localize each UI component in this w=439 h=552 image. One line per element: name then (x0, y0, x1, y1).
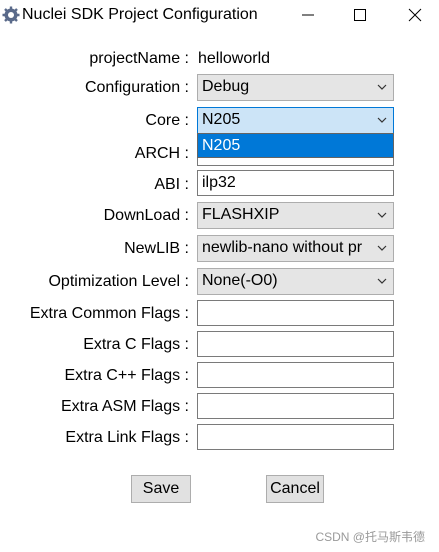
extra-link-flags-label: Extra Link Flags : (65, 429, 189, 446)
core-select-value: N205 (202, 111, 241, 128)
cancel-button[interactable]: Cancel (266, 475, 324, 503)
gear-app-icon (2, 6, 20, 24)
project-name-value: helloworld (198, 50, 271, 67)
configuration-select-value: Debug (202, 78, 250, 95)
title-bar: Nuclei SDK Project Configuration (0, 0, 439, 30)
download-label: DownLoad : (103, 207, 189, 224)
close-icon (408, 8, 422, 22)
newlib-select-value: newlib-nano without pr (202, 239, 363, 256)
project-name-label: projectName : (89, 50, 189, 67)
extra-c-flags-field[interactable] (197, 331, 394, 357)
minimize-button[interactable] (284, 0, 332, 30)
chevron-down-icon (377, 117, 387, 123)
abi-field-value: ilp32 (202, 174, 236, 191)
abi-field[interactable]: ilp32 (197, 170, 394, 196)
core-label: Core : (145, 112, 189, 129)
newlib-label: NewLIB : (124, 240, 189, 257)
close-button[interactable] (391, 0, 439, 30)
newlib-select[interactable]: newlib-nano without pr (197, 235, 394, 262)
download-select[interactable]: FLASHXIP (197, 202, 394, 229)
core-dropdown-option[interactable]: N205 (198, 134, 393, 157)
extra-cpp-flags-label: Extra C++ Flags : (64, 367, 190, 384)
extra-c-flags-label: Extra C Flags : (83, 336, 189, 353)
arch-label: ARCH : (134, 145, 189, 162)
optimization-level-select[interactable]: None(-O0) (197, 268, 394, 295)
configuration-select[interactable]: Debug (197, 74, 394, 101)
optimization-level-label: Optimization Level : (48, 273, 189, 290)
optimization-level-value: None(-O0) (202, 272, 278, 289)
extra-link-flags-field[interactable] (197, 424, 394, 450)
chevron-down-icon (377, 212, 387, 218)
extra-asm-flags-label: Extra ASM Flags : (60, 398, 189, 415)
chevron-down-icon (377, 278, 387, 284)
extra-asm-flags-field[interactable] (197, 393, 394, 419)
save-button[interactable]: Save (131, 475, 191, 503)
configuration-label: Configuration : (84, 79, 189, 96)
extra-common-flags-label: Extra Common Flags : (29, 305, 189, 322)
maximize-icon (354, 9, 366, 21)
core-dropdown-list: N205 (197, 133, 394, 158)
minimize-icon (302, 14, 314, 16)
window-title: Nuclei SDK Project Configuration (22, 6, 258, 23)
download-select-value: FLASHXIP (202, 206, 280, 223)
chevron-down-icon (377, 245, 387, 251)
watermark-text: CSDN @托马斯韦德 (315, 530, 425, 544)
chevron-down-icon (377, 84, 387, 90)
maximize-button[interactable] (336, 0, 384, 30)
extra-cpp-flags-field[interactable] (197, 362, 394, 388)
core-select[interactable]: N205 (197, 107, 394, 134)
abi-label: ABI : (154, 176, 189, 193)
extra-common-flags-field[interactable] (197, 300, 394, 326)
